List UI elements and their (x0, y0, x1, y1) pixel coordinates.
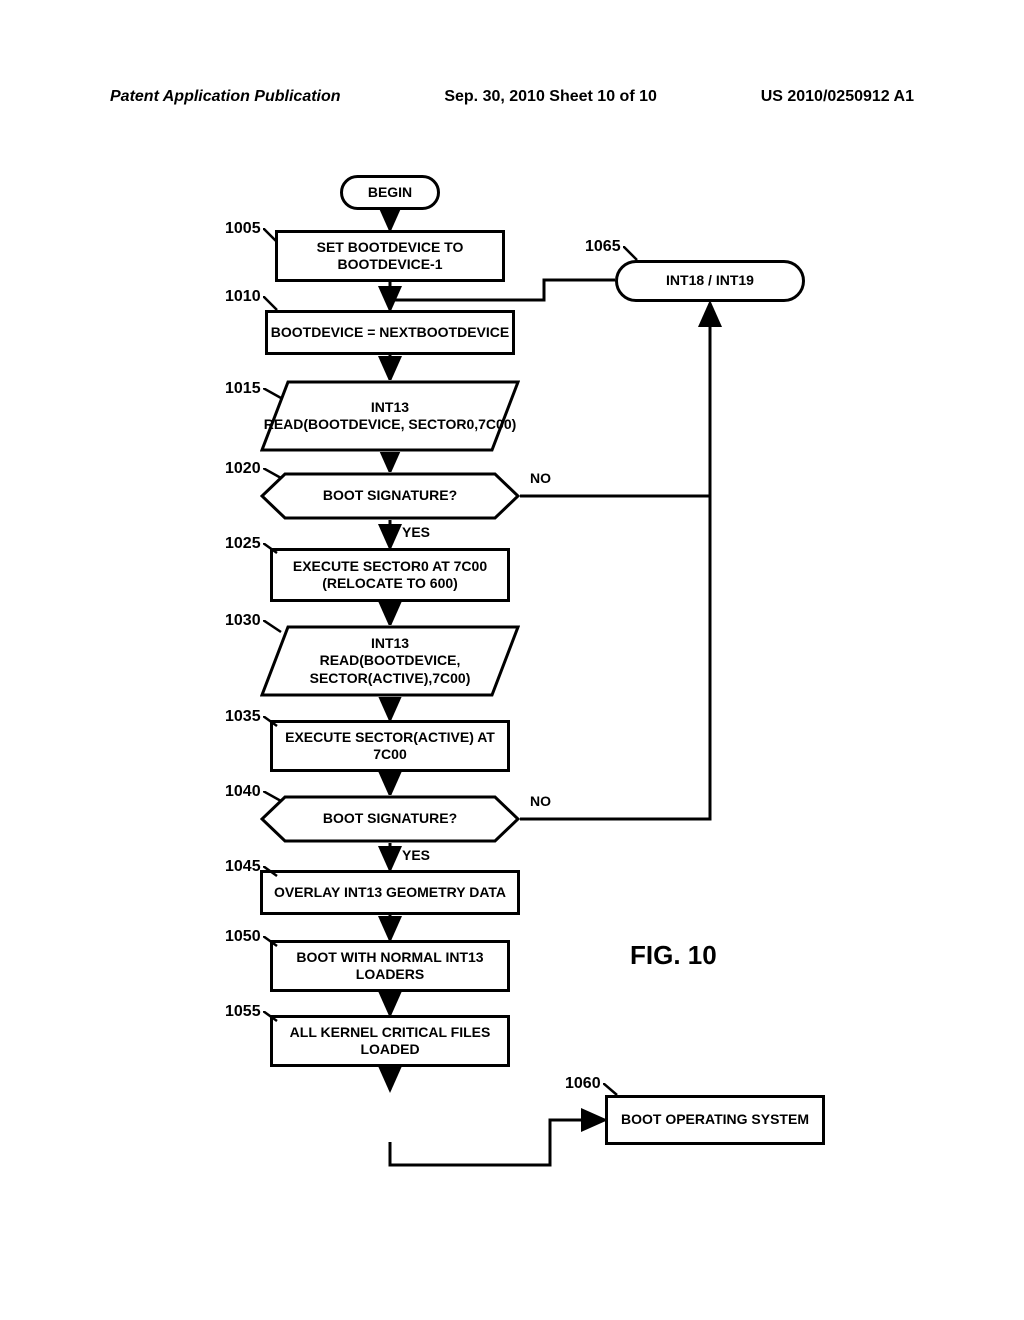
leader-1045 (263, 866, 281, 880)
leader-1065 (623, 246, 641, 262)
process-1055-label: ALL KERNEL CRITICAL FILES LOADED (273, 1024, 507, 1059)
leader-1005 (263, 228, 281, 246)
edge-1020-yes: YES (402, 524, 430, 540)
begin-terminator: BEGIN (340, 175, 440, 210)
begin-label: BEGIN (368, 184, 412, 202)
leader-1010 (263, 296, 281, 314)
ref-1025: 1025 (225, 535, 261, 553)
leader-1035 (263, 716, 281, 730)
process-1035-label: EXECUTE SECTOR(ACTIVE) AT 7C00 (273, 729, 507, 764)
ref-1005: 1005 (225, 220, 261, 238)
ref-1030: 1030 (225, 612, 261, 630)
figure-label: FIG. 10 (630, 940, 717, 971)
process-1060-label: BOOT OPERATING SYSTEM (621, 1111, 809, 1129)
decision-1040-label: BOOT SIGNATURE? (323, 810, 457, 828)
process-1045-label: OVERLAY INT13 GEOMETRY DATA (274, 884, 506, 902)
terminator-1065-label: INT18 / INT19 (666, 272, 754, 290)
process-1055: ALL KERNEL CRITICAL FILES LOADED (270, 1015, 510, 1067)
edge-1040-yes: YES (402, 847, 430, 863)
leader-1025 (263, 543, 281, 557)
process-1045: OVERLAY INT13 GEOMETRY DATA (260, 870, 520, 915)
decision-1020: BOOT SIGNATURE? (260, 472, 520, 520)
io-1030-label: INT13 READ(BOOTDEVICE, SECTOR(ACTIVE),7C… (260, 635, 520, 688)
decision-1040: BOOT SIGNATURE? (260, 795, 520, 843)
ref-1050: 1050 (225, 928, 261, 946)
process-1005-label: SET BOOTDEVICE TO BOOTDEVICE-1 (278, 239, 502, 274)
leader-1060 (603, 1083, 621, 1099)
edge-1040-no: NO (530, 793, 551, 809)
leader-1020 (263, 468, 285, 482)
terminator-1065: INT18 / INT19 (615, 260, 805, 302)
header-center: Sep. 30, 2010 Sheet 10 of 10 (444, 88, 657, 106)
leader-1050 (263, 936, 281, 950)
process-1060: BOOT OPERATING SYSTEM (605, 1095, 825, 1145)
ref-1040: 1040 (225, 783, 261, 801)
process-1025-label: EXECUTE SECTOR0 AT 7C00 (RELOCATE TO 600… (273, 558, 507, 593)
page-header: Patent Application Publication Sep. 30, … (110, 88, 914, 106)
process-1050: BOOT WITH NORMAL INT13 LOADERS (270, 940, 510, 992)
io-1015-label: INT13 READ(BOOTDEVICE, SECTOR0,7C00) (264, 399, 517, 434)
ref-1055: 1055 (225, 1003, 261, 1021)
io-1030: INT13 READ(BOOTDEVICE, SECTOR(ACTIVE),7C… (260, 625, 520, 697)
ref-1020: 1020 (225, 460, 261, 478)
process-1010-label: BOOTDEVICE = NEXTBOOTDEVICE (271, 324, 509, 342)
io-1015: INT13 READ(BOOTDEVICE, SECTOR0,7C00) (260, 380, 520, 452)
leader-1055 (263, 1011, 281, 1025)
process-1050-label: BOOT WITH NORMAL INT13 LOADERS (273, 949, 507, 984)
ref-1065: 1065 (585, 238, 621, 256)
leader-1040 (263, 791, 285, 805)
edge-1020-no: NO (530, 470, 551, 486)
header-left: Patent Application Publication (110, 88, 341, 106)
decision-1020-label: BOOT SIGNATURE? (323, 487, 457, 505)
ref-1010: 1010 (225, 288, 261, 306)
process-1035: EXECUTE SECTOR(ACTIVE) AT 7C00 (270, 720, 510, 772)
process-1005: SET BOOTDEVICE TO BOOTDEVICE-1 (275, 230, 505, 282)
ref-1035: 1035 (225, 708, 261, 726)
ref-1015: 1015 (225, 380, 261, 398)
ref-1060: 1060 (565, 1075, 601, 1093)
process-1010: BOOTDEVICE = NEXTBOOTDEVICE (265, 310, 515, 355)
ref-1045: 1045 (225, 858, 261, 876)
process-1025: EXECUTE SECTOR0 AT 7C00 (RELOCATE TO 600… (270, 548, 510, 602)
header-right: US 2010/0250912 A1 (761, 88, 914, 106)
